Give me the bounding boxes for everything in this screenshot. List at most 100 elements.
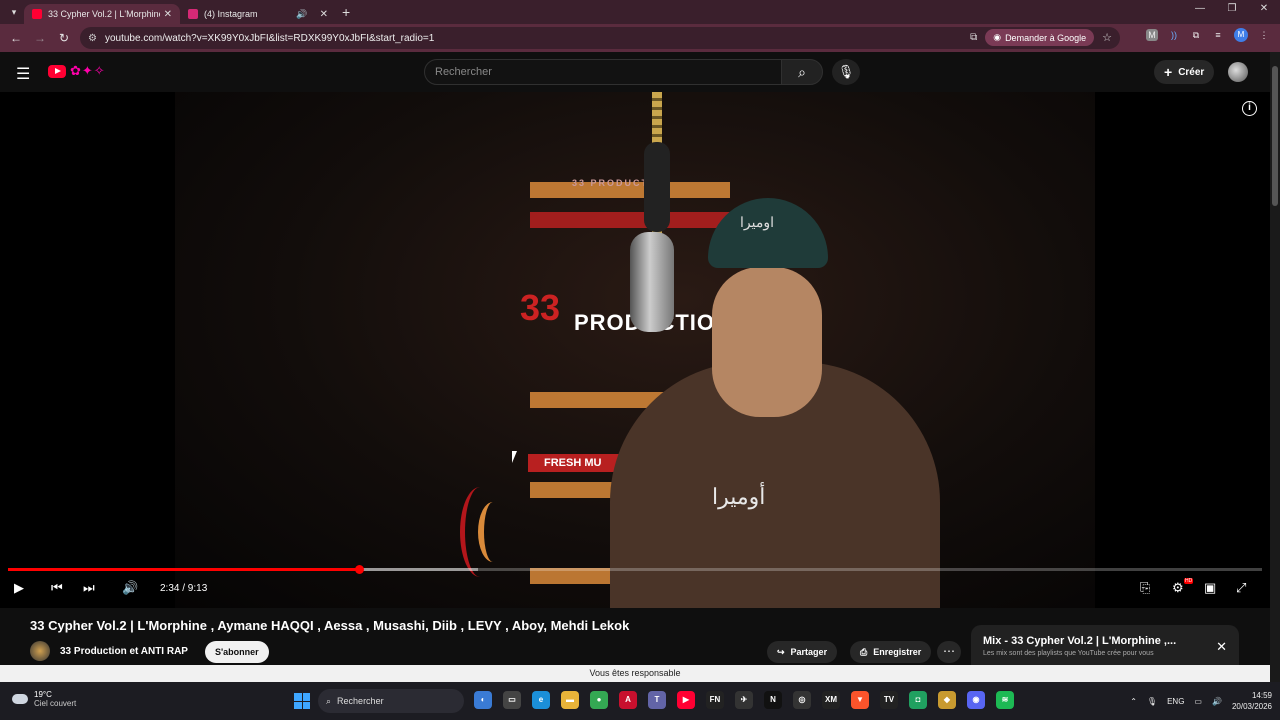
taskbar-app-teams-icon[interactable]: T xyxy=(648,691,666,709)
temperature: 19°C xyxy=(34,690,52,699)
taskbar-app-app-1-icon[interactable]: ✈ xyxy=(735,691,753,709)
subtitles-icon[interactable]: ⎘ xyxy=(1140,580,1150,596)
player-controls: ▶ ⏮ ⏭ 🔊 2:34 / 9:13 ⎘ ⚙ HD ▣ ⤢ xyxy=(0,574,1270,604)
back-button[interactable]: ← xyxy=(4,31,28,45)
progress-bar[interactable] xyxy=(8,565,1262,574)
site-info-icon[interactable]: ⚙ xyxy=(88,33,97,44)
create-button[interactable]: + Créer xyxy=(1154,60,1215,84)
restore-button[interactable]: ❐ xyxy=(1216,0,1248,20)
taskbar-search[interactable]: ⌕ Rechercher xyxy=(318,689,464,713)
page-scrollbar[interactable] xyxy=(1270,52,1280,682)
search-button[interactable]: ⌕ xyxy=(781,59,823,85)
video-player[interactable]: 33 PRODUCTION 33 PRODUCTIO FRESH MU اومي… xyxy=(0,92,1270,608)
taskbar-app-app-2-icon[interactable]: ◎ xyxy=(793,691,811,709)
ask-google-button[interactable]: ◉ Demander à Google xyxy=(985,29,1095,46)
taskbar-app-netflix-icon[interactable]: N xyxy=(764,691,782,709)
taskbar-app-file-explorer-icon[interactable]: ▬ xyxy=(561,691,579,709)
close-icon[interactable]: ✕ xyxy=(1216,639,1227,655)
close-window-button[interactable]: ✕ xyxy=(1248,0,1280,20)
taskbar-app-spotify-icon[interactable]: ≋ xyxy=(996,691,1014,709)
tab-instagram[interactable]: (4) Instagram 🔊 ✕ xyxy=(180,4,336,24)
taskbar-app-brave-icon[interactable]: ▼ xyxy=(851,691,869,709)
channel-name[interactable]: 33 Production et ANTI RAP xyxy=(60,646,188,657)
profile-avatar[interactable]: M xyxy=(1234,28,1248,42)
tab-search-button[interactable]: ▾ xyxy=(4,3,24,21)
share-button[interactable]: ↪ Partager xyxy=(767,641,838,663)
search-icon: ⌕ xyxy=(798,64,806,80)
extensions-area: M )) ⧉ ≡ M ⋮ xyxy=(1146,28,1280,42)
taskbar-search-label: Rechercher xyxy=(337,696,384,706)
weather-widget[interactable]: 19°C Ciel couvert xyxy=(12,690,76,708)
volume-icon[interactable]: 🔊 xyxy=(122,580,138,596)
save-button[interactable]: ⎙ Enregistrer xyxy=(850,641,932,663)
browser-tab-strip: ▾ 33 Cypher Vol.2 | L'Morphine , A ✕ (4)… xyxy=(0,0,1280,24)
close-tab-icon[interactable]: ✕ xyxy=(164,9,172,20)
taskbar-app-edge-icon[interactable]: e xyxy=(532,691,550,709)
microphone-icon[interactable]: 🎙 xyxy=(1147,697,1157,706)
studio-microphone xyxy=(630,232,674,332)
language-indicator[interactable]: ENG xyxy=(1167,697,1184,706)
production-number-text: 33 xyxy=(520,287,561,328)
clock[interactable]: 14:59 20/03/2026 xyxy=(1232,690,1272,712)
settings-gear-icon[interactable]: ⚙ xyxy=(1172,580,1184,596)
lens-icon: ◉ xyxy=(993,32,1002,42)
youtube-doodle-icon[interactable]: ✿✦✧ xyxy=(70,63,106,79)
reload-button[interactable]: ↻ xyxy=(52,31,76,45)
taskbar-app-chrome-icon[interactable]: ● xyxy=(590,691,608,709)
taskbar-app-discord-icon[interactable]: ◉ xyxy=(967,691,985,709)
volume-icon[interactable]: 🔊 xyxy=(1212,697,1222,706)
taskbar-app-copilot-icon[interactable]: ◐ xyxy=(474,691,492,709)
bookmark-star-icon[interactable]: ☆ xyxy=(1102,31,1112,44)
mix-playlist-card[interactable]: Mix - 33 Cypher Vol.2 | L'Morphine ,... … xyxy=(971,625,1239,669)
extension-audio-icon[interactable]: )) xyxy=(1168,29,1180,41)
info-icon[interactable]: i xyxy=(1242,101,1257,116)
media-controls-icon[interactable]: ≡ xyxy=(1212,29,1224,41)
scrollbar-thumb[interactable] xyxy=(1272,66,1278,206)
speaker-icon[interactable]: 🔊 xyxy=(296,9,307,20)
next-icon[interactable]: ⏭ xyxy=(83,580,95,596)
miniplayer-icon[interactable]: ▣ xyxy=(1204,580,1216,596)
windows-start-icon[interactable] xyxy=(294,693,310,709)
network-icon[interactable]: ▭ xyxy=(1194,697,1202,706)
minimize-button[interactable]: — xyxy=(1184,0,1216,20)
channel-avatar[interactable] xyxy=(30,641,50,661)
voice-search-button[interactable]: 🎙 xyxy=(832,59,860,85)
play-icon[interactable]: ▶ xyxy=(14,580,24,596)
search-input[interactable]: Rechercher xyxy=(424,59,782,85)
taskbar-app-app-4-icon[interactable]: ◆ xyxy=(938,691,956,709)
taskbar-app-fn-icon[interactable]: FN xyxy=(706,691,724,709)
share-label: Partager xyxy=(790,647,828,657)
more-actions-button[interactable]: ⋯ xyxy=(937,641,961,663)
taskbar-app-tv-icon[interactable]: TV xyxy=(880,691,898,709)
plus-icon: + xyxy=(1164,64,1173,80)
menu-hamburger-icon[interactable]: ☰ xyxy=(16,64,30,84)
extensions-puzzle-icon[interactable]: ⧉ xyxy=(1190,29,1202,41)
weather-condition: Ciel couvert xyxy=(34,699,77,708)
taskbar-app-app-3-icon[interactable]: ◘ xyxy=(909,691,927,709)
tab-youtube[interactable]: 33 Cypher Vol.2 | L'Morphine , A ✕ xyxy=(24,4,180,24)
window-controls: — ❐ ✕ xyxy=(1184,0,1280,20)
chevron-up-icon[interactable]: ⌃ xyxy=(1130,697,1137,706)
omnibox[interactable]: ⚙ youtube.com/watch?v=XK99Y0xJbFI&list=R… xyxy=(80,27,1120,49)
taskbar-app-adobe-icon[interactable]: A xyxy=(619,691,637,709)
new-tab-button[interactable]: + xyxy=(342,4,350,20)
forward-button[interactable]: → xyxy=(28,31,52,45)
close-tab-icon[interactable]: ✕ xyxy=(320,9,328,20)
fullscreen-icon[interactable]: ⤢ xyxy=(1236,580,1246,596)
account-avatar[interactable] xyxy=(1228,62,1248,82)
browser-menu-icon[interactable]: ⋮ xyxy=(1258,29,1270,41)
taskbar-app-task-view-icon[interactable]: ▭ xyxy=(503,691,521,709)
system-tray: ⌃ 🎙 ENG ▭ 🔊 14:59 20/03/2026 xyxy=(1130,690,1272,712)
install-app-icon[interactable]: ⧉ xyxy=(970,32,977,43)
subscribe-button[interactable]: S'abonner xyxy=(205,641,269,663)
youtube-header: ☰ ✿✦✧ Rechercher ⌕ 🎙 + Créer xyxy=(0,52,1270,92)
previous-icon[interactable]: ⏮ xyxy=(51,580,63,596)
youtube-logo[interactable] xyxy=(48,65,66,78)
cloud-icon xyxy=(12,694,28,704)
taskbar-app-youtube-icon[interactable]: ▶ xyxy=(677,691,695,709)
played-bar xyxy=(8,568,360,571)
youtube-favicon-icon xyxy=(32,9,42,19)
taskbar-app-xm-icon[interactable]: XM xyxy=(822,691,840,709)
microphone-stand xyxy=(644,142,670,232)
extension-m-icon[interactable]: M xyxy=(1146,29,1158,41)
